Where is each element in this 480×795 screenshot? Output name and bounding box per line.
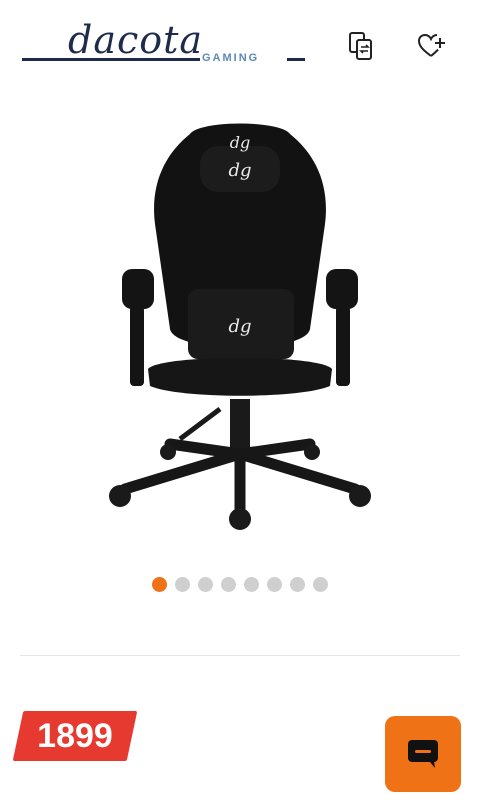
section-divider	[20, 655, 460, 656]
gallery-dot-5[interactable]	[244, 577, 259, 592]
header: dacota GAMING	[0, 0, 480, 100]
brand-name: dacota	[68, 18, 204, 62]
gallery-dot-6[interactable]	[267, 577, 282, 592]
brand-subtitle: GAMING	[202, 52, 260, 64]
svg-text:dg: dg	[228, 316, 251, 337]
gallery-dot-7[interactable]	[290, 577, 305, 592]
gallery-dot-8[interactable]	[313, 577, 328, 592]
svg-text:dg: dg	[228, 160, 251, 181]
gallery-dot-2[interactable]	[175, 577, 190, 592]
compare-icon	[349, 32, 372, 60]
price-badge: 1899	[12, 711, 138, 761]
chat-bubble-icon	[408, 740, 438, 768]
compare-button[interactable]	[345, 30, 377, 62]
svg-text:dg: dg	[230, 133, 250, 152]
logo-line-right	[287, 58, 305, 61]
heart-plus-icon	[417, 33, 445, 57]
brand-logo[interactable]: dacota GAMING	[22, 18, 307, 68]
product-image-gallery[interactable]: dg dg dg	[0, 100, 480, 560]
product-image[interactable]: dg dg dg	[100, 114, 380, 534]
gallery-pagination	[0, 577, 480, 593]
wishlist-button[interactable]	[416, 30, 448, 62]
gallery-dot-1[interactable]	[152, 577, 167, 592]
price-value: 1899	[37, 717, 113, 755]
chat-button[interactable]	[385, 716, 461, 792]
gallery-dot-3[interactable]	[198, 577, 213, 592]
gallery-dot-4[interactable]	[221, 577, 236, 592]
